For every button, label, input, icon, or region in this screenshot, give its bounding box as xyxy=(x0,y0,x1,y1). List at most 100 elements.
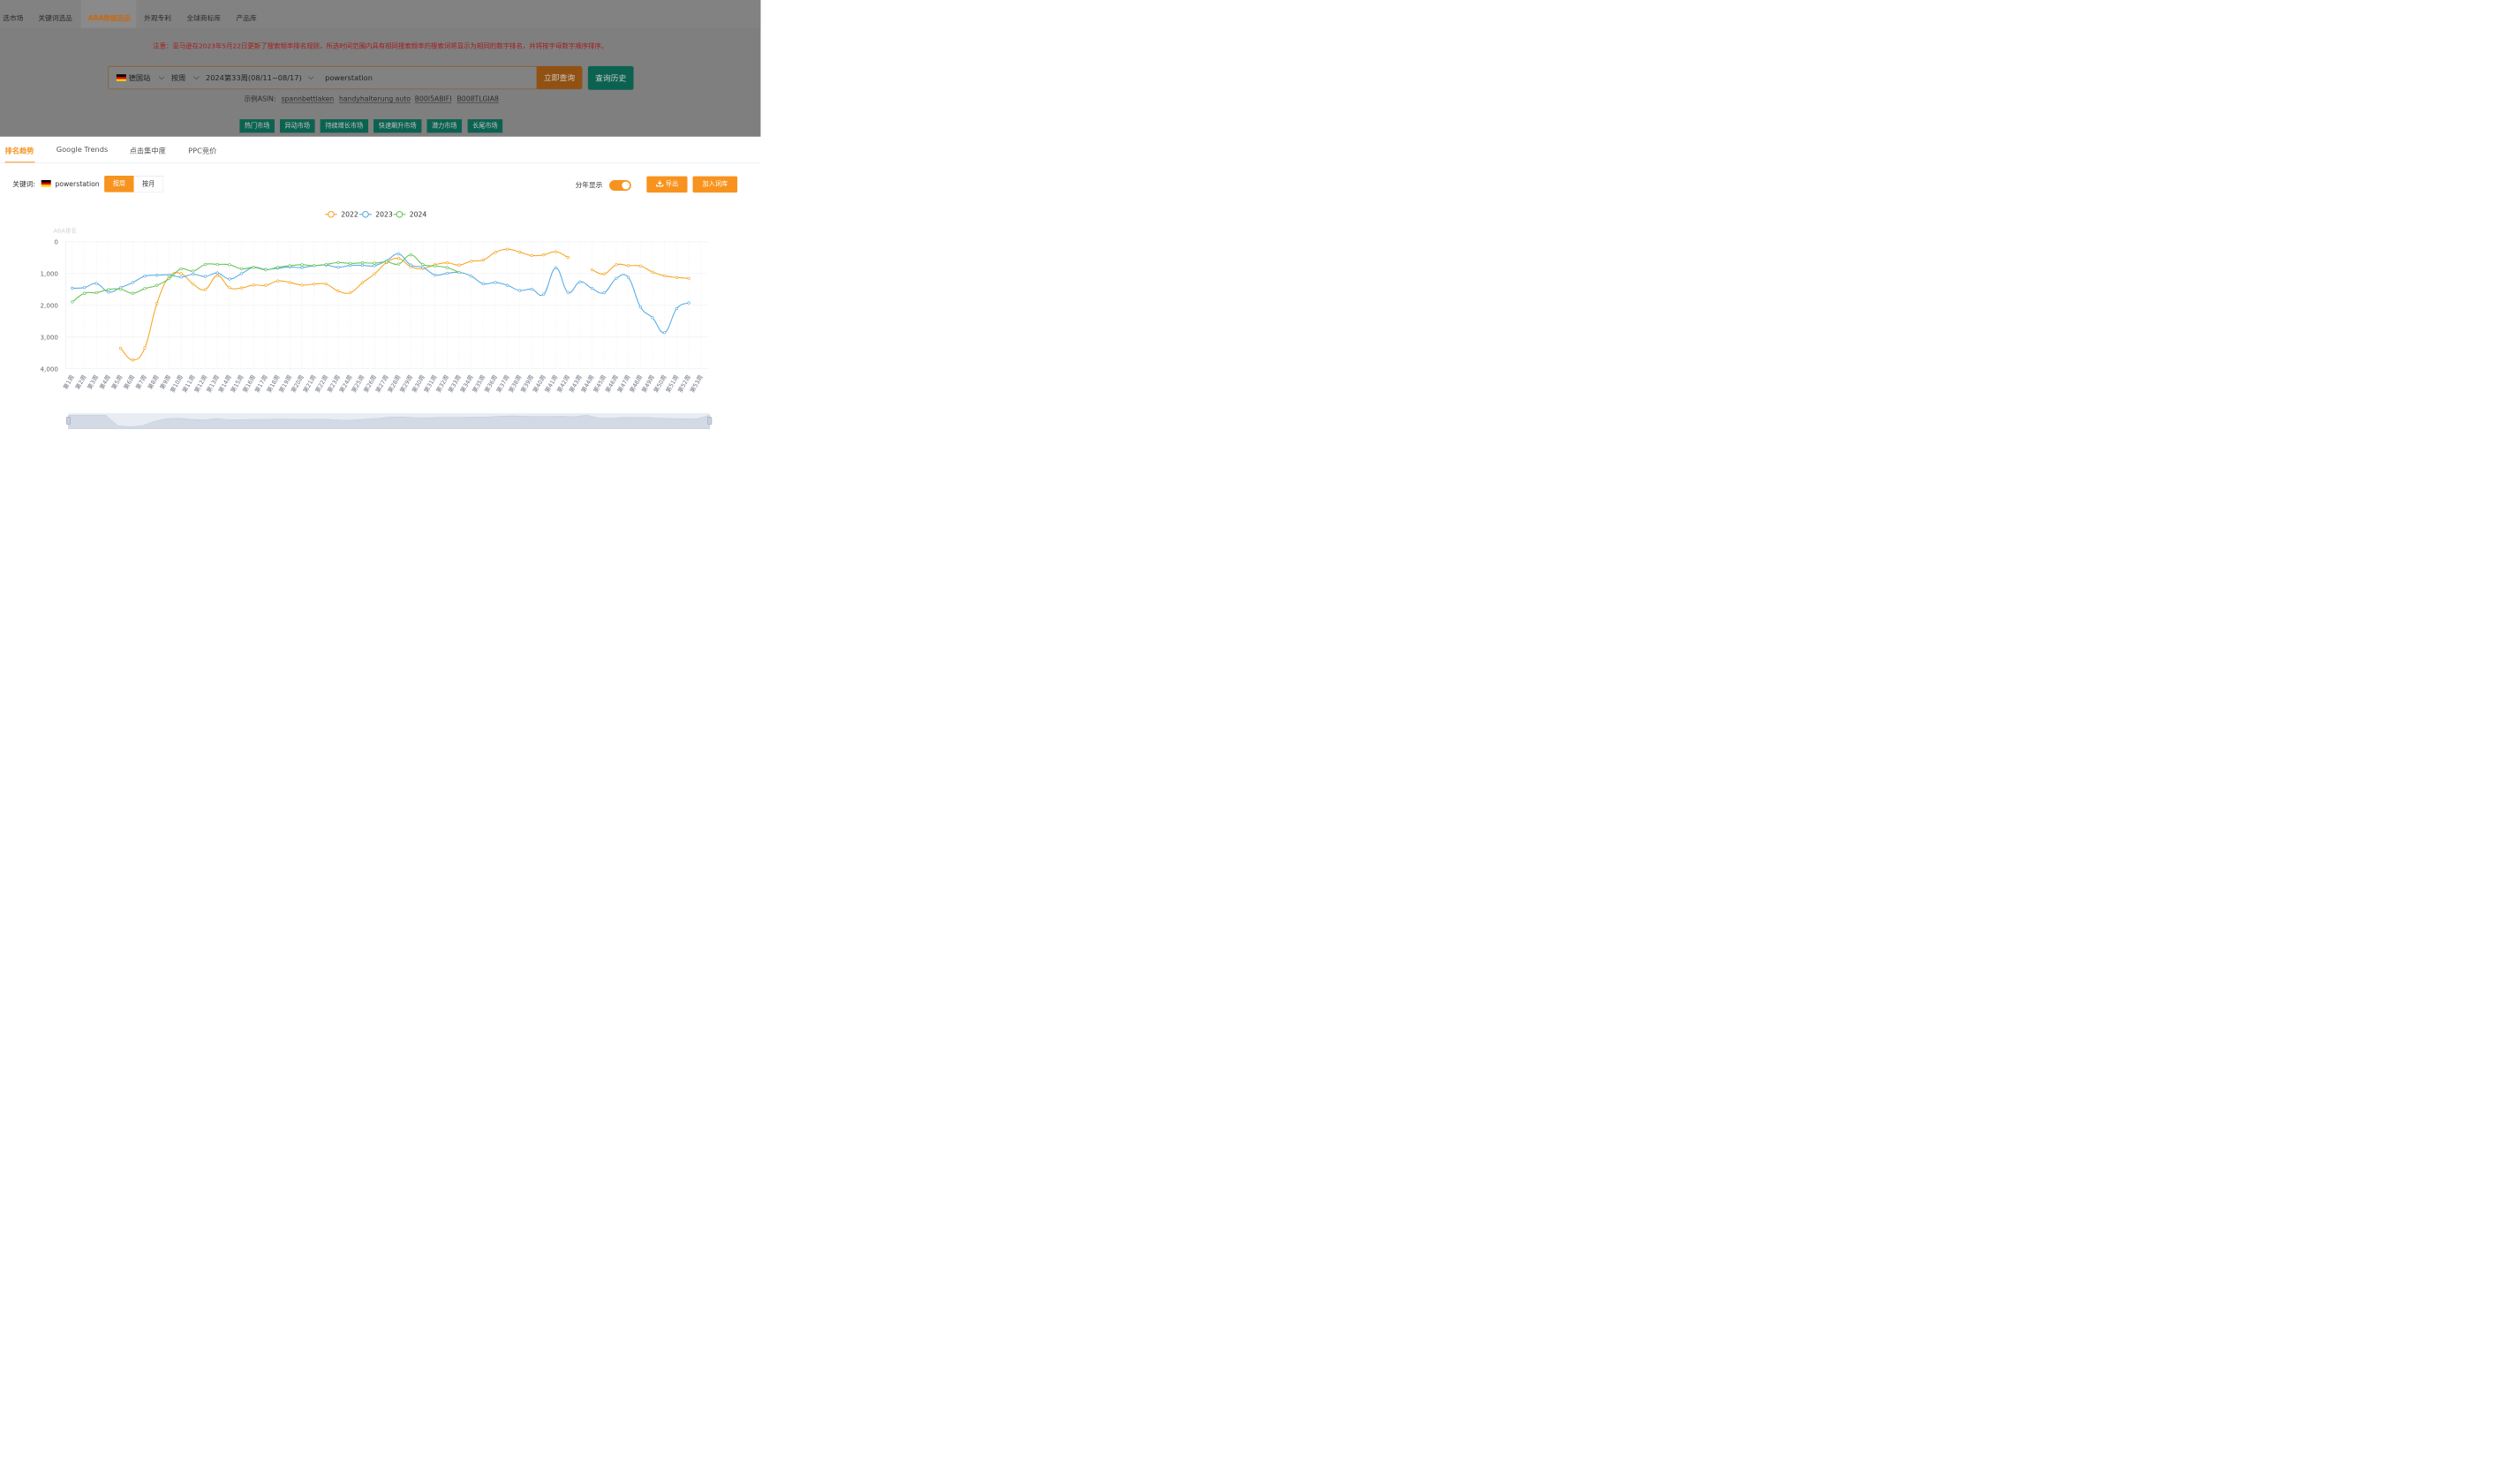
data-point-2022 xyxy=(131,358,134,362)
nav-item-product-library[interactable]: 产品库 xyxy=(230,0,263,28)
chart-axes: ABA排名 0 1,000 2,000 3,000 4,000第1周第2周第3周第4周第5… xyxy=(41,227,709,394)
data-point-2023 xyxy=(336,266,340,269)
data-point-2024 xyxy=(264,268,268,272)
data-point-2024 xyxy=(252,266,255,269)
example-link[interactable]: B008TLGIA8 xyxy=(457,94,499,103)
data-point-2023 xyxy=(602,290,606,295)
example-link[interactable]: B00I5ABIFI xyxy=(415,94,452,103)
market-button-growth[interactable]: 持续增长市场 xyxy=(320,119,368,133)
data-point-2022 xyxy=(215,274,219,277)
tab-click-concentration[interactable]: 点击集中度 xyxy=(130,146,166,155)
data-point-2024 xyxy=(373,261,376,265)
query-history-button[interactable]: 查询历史 xyxy=(587,65,634,90)
x-tick-label: 第4周 xyxy=(97,373,111,390)
data-point-2022 xyxy=(651,270,654,274)
by-month-button[interactable]: 按月 xyxy=(133,176,164,192)
data-point-2024 xyxy=(94,290,98,295)
data-point-2024 xyxy=(336,260,340,264)
data-point-2023 xyxy=(192,272,195,276)
data-point-2022 xyxy=(566,255,570,260)
data-point-2024 xyxy=(192,269,195,273)
data-point-2024 xyxy=(360,261,365,265)
legend-label: 2024 xyxy=(410,211,427,219)
data-point-2022 xyxy=(239,286,244,290)
tab-ppc-bid[interactable]: PPC竞价 xyxy=(188,146,216,155)
market-button-hot[interactable]: 热门市场 xyxy=(239,119,275,133)
add-to-library-button[interactable]: 加入词库 xyxy=(692,176,738,193)
data-point-2022 xyxy=(554,250,558,253)
zoom-handle-right xyxy=(707,417,713,425)
data-point-2022 xyxy=(396,257,401,260)
year-split-label: 分年显示 xyxy=(575,181,603,190)
data-point-2024 xyxy=(179,267,183,271)
export-button[interactable]: 导出 xyxy=(646,176,688,193)
year-split-toggle[interactable] xyxy=(609,179,631,191)
by-week-button[interactable]: 按周 xyxy=(104,176,134,192)
germany-flag-icon xyxy=(116,74,126,81)
data-point-2023 xyxy=(300,266,304,269)
data-point-2024 xyxy=(71,300,74,304)
series-2023 xyxy=(71,252,690,335)
data-point-2022 xyxy=(530,253,533,258)
period-type-select[interactable]: 按周 xyxy=(171,66,185,89)
nav-item-market[interactable]: 选市场 xyxy=(0,0,30,28)
data-point-2022 xyxy=(264,283,268,287)
data-point-2023 xyxy=(373,264,376,268)
example-link[interactable]: spannbettlaken xyxy=(282,94,335,103)
data-point-2024 xyxy=(239,267,244,271)
nav-item-design-patent[interactable]: 外观专利 xyxy=(137,0,177,28)
tab-rank-trend[interactable]: 排名趋势 xyxy=(4,146,34,155)
data-point-2024 xyxy=(107,288,110,291)
data-point-2023 xyxy=(360,263,365,268)
data-point-2022 xyxy=(470,260,473,263)
data-point-2022 xyxy=(118,346,123,351)
data-point-2023 xyxy=(517,289,522,292)
query-button[interactable]: 立即查询 xyxy=(536,66,583,89)
example-label: 示例ASIN: xyxy=(244,94,276,103)
data-point-2023 xyxy=(107,290,110,294)
market-button-potential[interactable]: 潜力市场 xyxy=(426,119,463,133)
site-select[interactable]: 德国站 xyxy=(129,66,151,89)
data-point-2022 xyxy=(627,264,630,268)
data-point-2022 xyxy=(349,290,352,295)
data-point-2024 xyxy=(203,262,207,267)
period-select[interactable]: 2024第33周(08/11~08/17) xyxy=(206,66,302,89)
data-point-2024 xyxy=(118,287,123,291)
y-tick-label: 0 xyxy=(54,238,58,246)
data-point-2022 xyxy=(602,272,606,275)
data-point-2023 xyxy=(627,275,630,279)
data-point-2024 xyxy=(324,262,328,267)
data-point-2022 xyxy=(324,283,328,286)
x-tick-label: 第2周 xyxy=(73,373,87,390)
data-point-2022 xyxy=(288,281,291,284)
data-point-2023 xyxy=(131,281,134,284)
nav-item-keyword[interactable]: 关键词选品 xyxy=(32,0,79,28)
data-point-2023 xyxy=(675,306,679,311)
data-point-2023 xyxy=(542,292,546,296)
market-button-surge[interactable]: 快速飙升市场 xyxy=(373,119,422,133)
data-point-2022 xyxy=(300,283,304,287)
data-point-2023 xyxy=(179,275,183,279)
data-point-2022 xyxy=(192,283,195,286)
market-button-abnormal[interactable]: 异动市场 xyxy=(280,119,315,133)
data-point-2023 xyxy=(155,274,159,277)
nav-item-aba[interactable]: ABA数据选品 xyxy=(80,0,137,28)
data-point-2024 xyxy=(228,263,231,267)
data-point-2022 xyxy=(179,272,183,275)
data-point-2023 xyxy=(94,282,98,285)
legend-marker xyxy=(328,210,335,218)
data-point-2022 xyxy=(638,264,642,268)
data-point-2023 xyxy=(433,273,437,276)
example-link[interactable]: handyhalterung auto xyxy=(339,94,411,103)
market-button-longtail[interactable]: 长尾市场 xyxy=(467,119,503,133)
data-point-2023 xyxy=(409,263,412,267)
nav-item-trademark[interactable]: 全球商标库 xyxy=(180,0,228,28)
data-point-2023 xyxy=(167,273,171,276)
tab-google-trends[interactable]: Google Trends xyxy=(57,146,109,155)
data-point-2022 xyxy=(252,283,255,287)
data-point-2022 xyxy=(506,247,509,251)
data-point-2023 xyxy=(494,281,497,284)
y-tick-label: 3,000 xyxy=(41,334,59,342)
data-point-2022 xyxy=(481,258,486,262)
keyword-input[interactable]: powerstation xyxy=(325,66,373,89)
